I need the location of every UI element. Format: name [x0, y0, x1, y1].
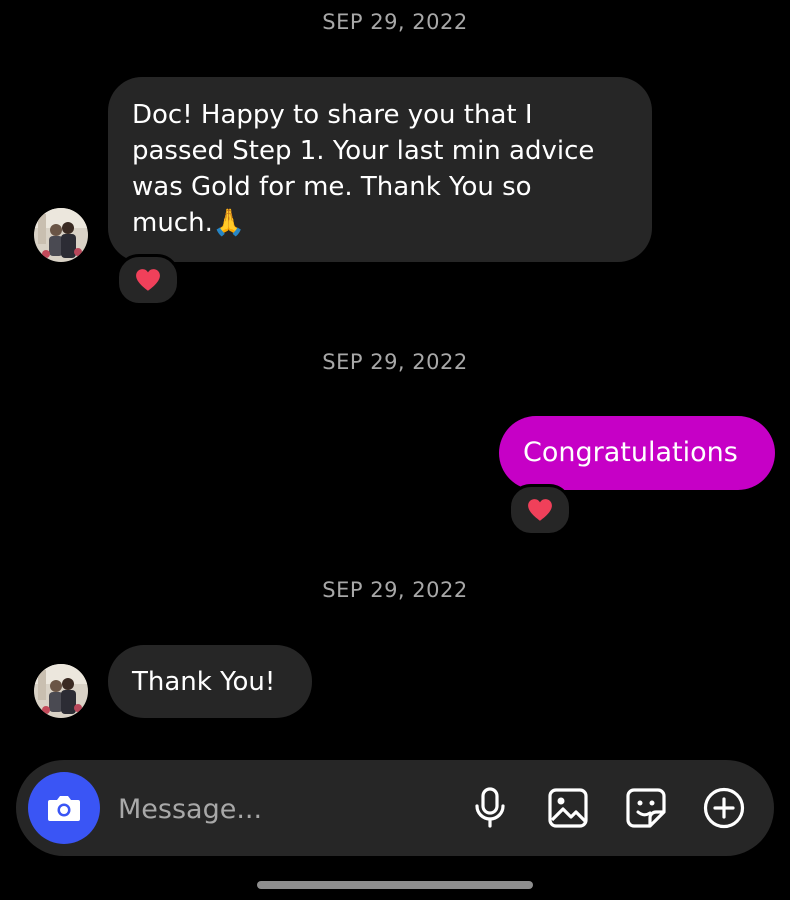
sticker-button[interactable] [624, 786, 668, 830]
message-text: Congratulations [523, 437, 738, 468]
date-separator: SEP 29, 2022 [322, 10, 468, 34]
home-indicator[interactable] [257, 881, 533, 889]
outgoing-message-bubble[interactable]: Congratulations [499, 416, 775, 490]
heart-icon [528, 499, 552, 521]
avatar[interactable] [34, 664, 88, 718]
heart-reaction[interactable] [508, 484, 572, 536]
incoming-message-bubble[interactable]: Thank You! [108, 645, 312, 718]
microphone-button[interactable] [468, 786, 512, 830]
message-composer [16, 760, 774, 856]
gallery-button[interactable] [546, 786, 590, 830]
incoming-message-bubble[interactable]: Doc! Happy to share you that I passed St… [108, 77, 652, 262]
heart-reaction[interactable] [116, 254, 180, 306]
add-button[interactable] [702, 786, 746, 830]
message-input[interactable] [116, 782, 460, 836]
date-separator: SEP 29, 2022 [322, 350, 468, 374]
heart-icon [136, 269, 160, 291]
message-text: Thank You! [132, 667, 276, 697]
gallery-icon [548, 788, 588, 828]
message-line: passed Step 1. Your last min advice [132, 136, 595, 166]
camera-button[interactable] [28, 772, 100, 844]
sticker-icon [626, 788, 666, 828]
avatar-photo [34, 208, 88, 262]
message-line: Doc! Happy to share you that I [132, 100, 533, 130]
microphone-icon [475, 787, 505, 828]
message-line: much.🙏 [132, 208, 246, 238]
camera-icon [48, 796, 80, 821]
add-icon [703, 787, 745, 829]
date-separator: SEP 29, 2022 [322, 578, 468, 602]
message-line: was Gold for me. Thank You so [132, 172, 532, 202]
avatar[interactable] [34, 208, 88, 262]
avatar-photo [34, 664, 88, 718]
